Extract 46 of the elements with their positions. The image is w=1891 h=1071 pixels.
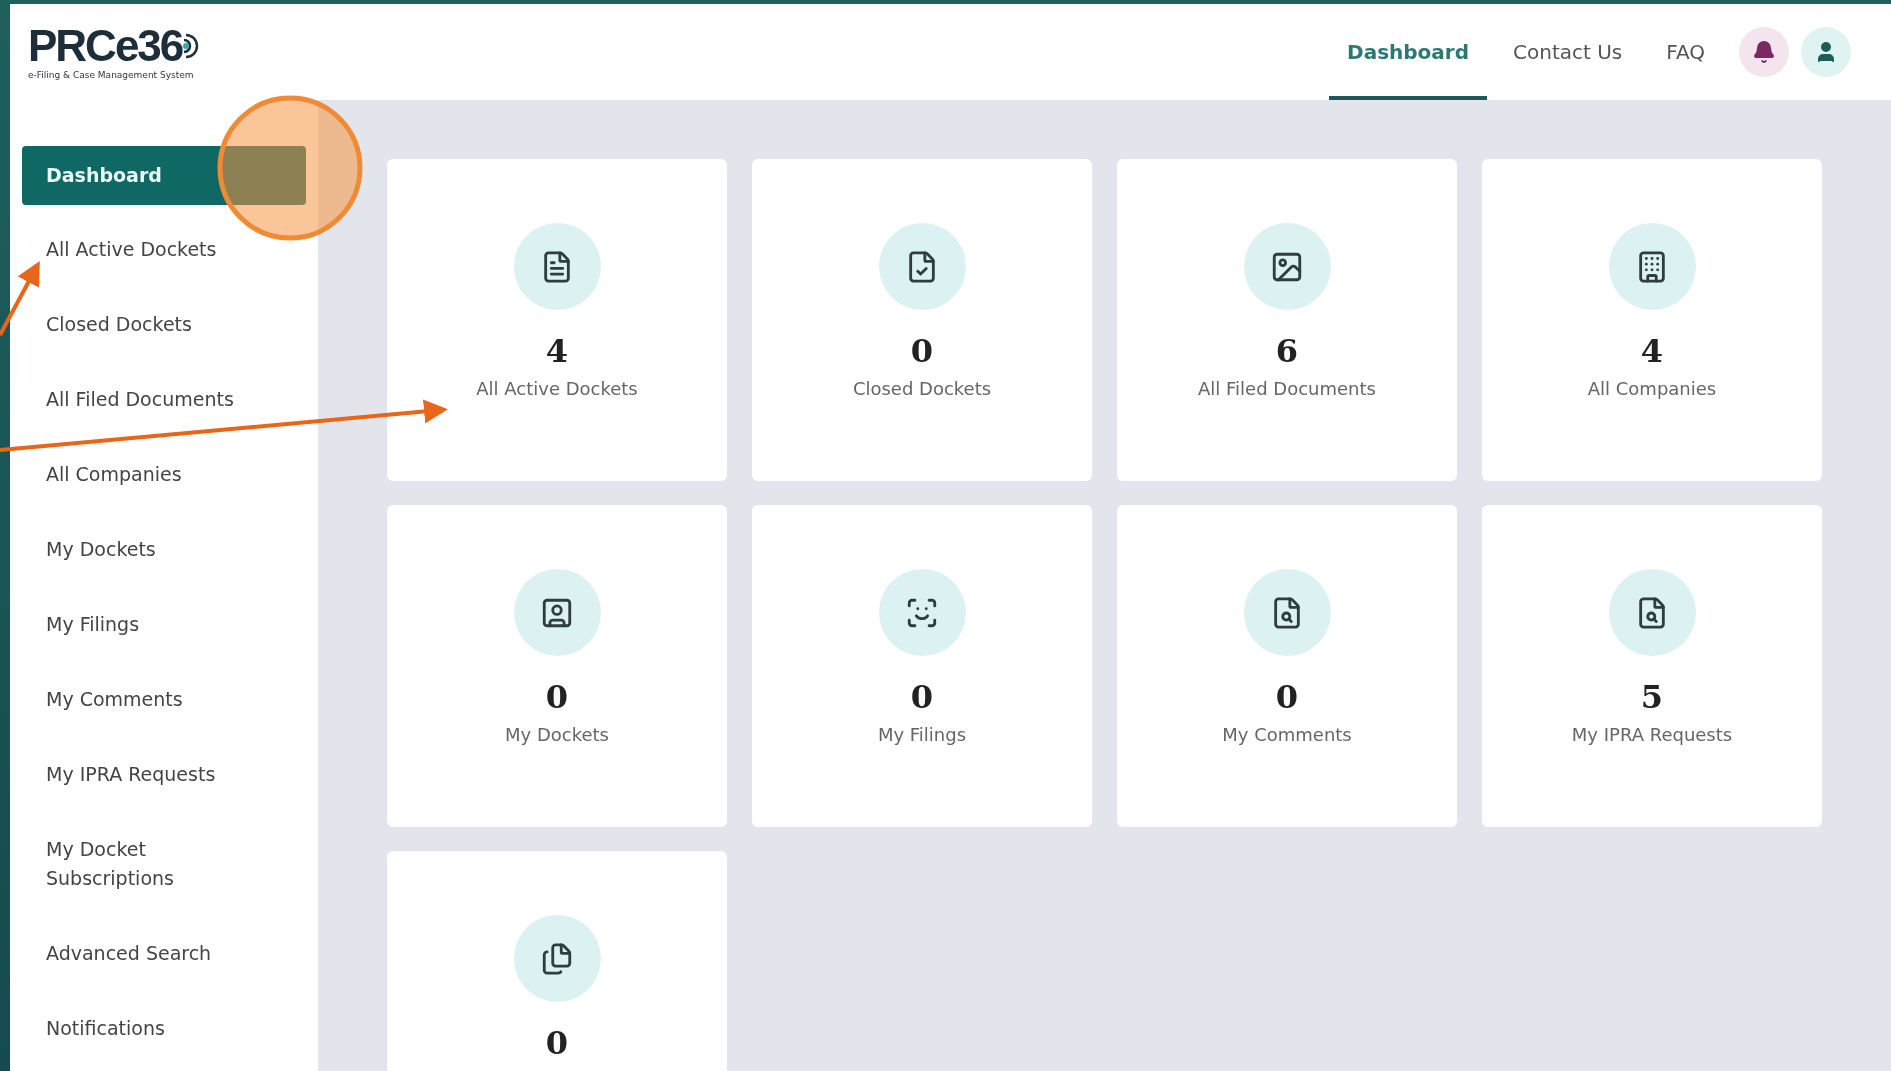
stat-label: My Dockets (505, 724, 609, 745)
stat-count: 0 (910, 678, 934, 716)
stat-count: 0 (545, 1024, 569, 1062)
stat-count: 5 (1640, 678, 1664, 716)
stat-card[interactable]: 0 Closed Dockets (752, 159, 1092, 481)
stat-count: 4 (1640, 332, 1664, 370)
stat-label: Closed Dockets (852, 378, 992, 399)
stat-label: All Active Dockets (476, 378, 638, 399)
stat-count: 0 (1275, 678, 1299, 716)
stat-card[interactable]: 0 My Filings (752, 505, 1092, 827)
stat-label: All Filed Documents (1198, 378, 1376, 399)
sidebar-item[interactable]: My IPRA Requests (22, 760, 282, 789)
documents-icon (540, 941, 574, 976)
stat-label: My Filings (877, 724, 967, 745)
profile-button[interactable] (1801, 27, 1851, 77)
sidebar-item[interactable]: All Filed Documents (22, 385, 282, 414)
stat-count: 0 (910, 332, 934, 370)
stat-count: 4 (545, 332, 569, 370)
sidebar-item[interactable]: My Filings (22, 610, 282, 639)
logo-tagline: e-Filing & Case Management System (28, 70, 195, 80)
logo: PRCe36 (28, 24, 205, 68)
sidebar-item[interactable]: All Companies (22, 460, 282, 489)
sidebar-item[interactable]: Dashboard (22, 146, 306, 205)
stat-card[interactable]: 0 My Dockets (387, 505, 727, 827)
sidebar-item[interactable]: Closed Dockets (22, 310, 282, 339)
stat-count: 6 (1275, 332, 1299, 370)
stat-count: 0 (545, 678, 569, 716)
stat-card[interactable]: 6 All Filed Documents (1117, 159, 1457, 481)
sidebar-item[interactable]: My Docket Subscriptions (22, 835, 282, 893)
nav-link[interactable]: Contact Us (1495, 4, 1641, 100)
stat-label: My Comments (1222, 724, 1352, 745)
stat-card[interactable]: 4 All Active Dockets (387, 159, 727, 481)
bell-icon (1752, 40, 1776, 64)
stat-label: My IPRA Requests (1571, 724, 1733, 745)
nav-link[interactable]: FAQ (1648, 4, 1723, 100)
stat-card[interactable]: 4 All Companies (1482, 159, 1822, 481)
stat-card[interactable]: 5 My IPRA Requests (1482, 505, 1822, 827)
sidebar-item[interactable]: Notifications (22, 1014, 282, 1043)
sidebar-item[interactable]: All Active Dockets (22, 235, 282, 264)
sidebar-item[interactable]: My Comments (22, 685, 282, 714)
stat-label: All Companies (1587, 378, 1717, 399)
stat-card[interactable]: 0 My Comments (1117, 505, 1457, 827)
sidebar-item[interactable]: Advanced Search (22, 939, 282, 968)
sidebar-item[interactable]: My Dockets (22, 535, 282, 564)
notifications-button[interactable] (1739, 27, 1789, 77)
stat-card[interactable]: 0 (387, 851, 727, 1071)
